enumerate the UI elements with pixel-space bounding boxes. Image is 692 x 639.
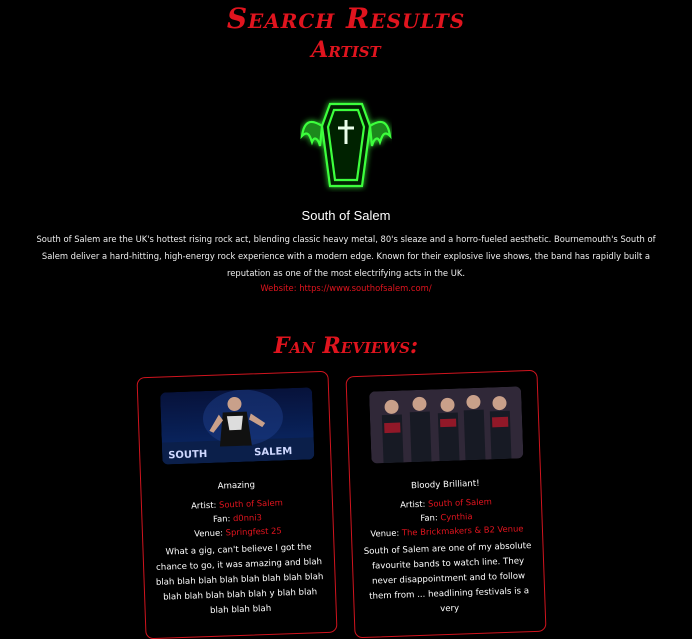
fan-label: Fan: [212,513,231,524]
artist-bio: South of Salem are the UK's hottest risi… [36,234,656,278]
review-card[interactable]: SOUTH SALEM Amazing Artist: South of Sal… [136,370,338,639]
artist-name: South of Salem [301,208,391,223]
venue-label: Venue: [193,527,224,539]
page-title: Search Results [226,2,466,35]
review-photo: SOUTH SALEM [160,387,315,465]
review-venue: Venue: The Brickmakers & B2 Venue [352,523,542,540]
fan-label: Fan: [420,512,438,523]
venue-label: Venue: [370,527,400,539]
review-card[interactable]: Bloody Brilliant! Artist: South of Salem… [345,369,547,639]
artist-link[interactable]: South of Salem [428,496,492,508]
review-photo [369,386,524,464]
artist-label: Artist: [190,499,217,511]
reviews-heading: Fan Reviews: [273,333,419,359]
review-title: Bloody Brilliant! [410,478,480,492]
venue-link[interactable]: The Brickmakers & B2 Venue [402,523,524,537]
page-subtitle: Artist [311,37,381,63]
review-body: What a gig, can't believe I got the chan… [155,542,324,617]
website-label: Website: [260,283,297,293]
artist-website: Website: https://www.southofsalem.com/ [0,283,692,293]
fan-link[interactable]: d0nni3 [233,512,262,523]
artist-label: Artist: [399,498,426,510]
coffin-bat-logo-icon [300,96,392,192]
fan-link[interactable]: Cynthia [440,511,473,522]
website-link[interactable]: https://www.southofsalem.com/ [299,283,431,293]
venue-link[interactable]: Springfest 25 [225,525,281,537]
review-venue: Venue: Springfest 25 [143,524,333,541]
svg-text:SALEM: SALEM [254,446,293,458]
artist-link[interactable]: South of Salem [219,497,283,509]
review-body: South of Salem are one of my absolute fa… [363,541,532,615]
svg-text:SOUTH: SOUTH [168,449,207,461]
review-title: Amazing [217,480,256,492]
